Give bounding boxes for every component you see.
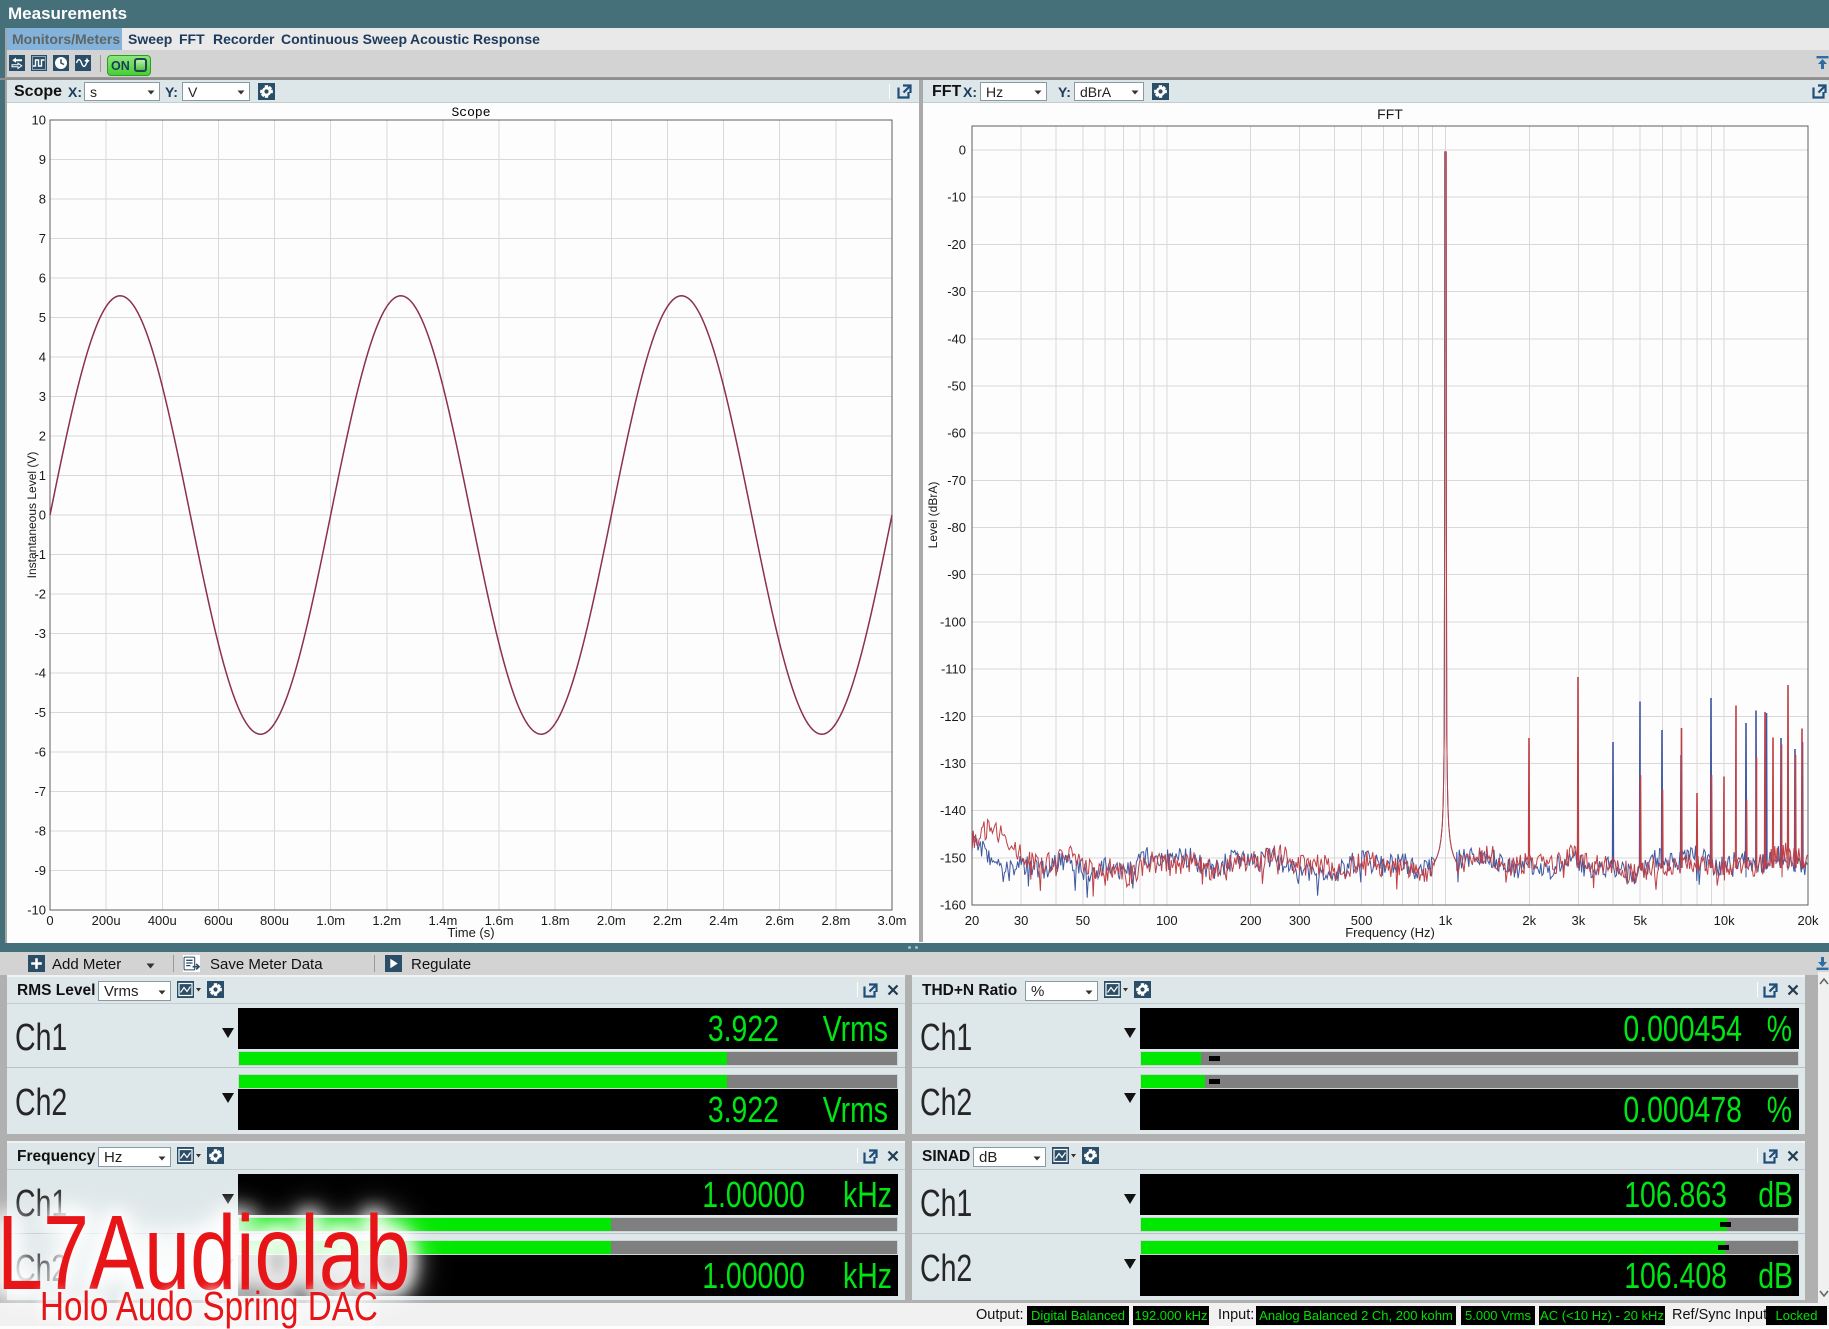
svg-text:-9: -9 [34, 863, 46, 878]
svg-text:-5: -5 [34, 705, 46, 720]
svg-text:50: 50 [1076, 913, 1090, 928]
svg-text:300: 300 [1289, 913, 1311, 928]
svg-text:0: 0 [959, 143, 966, 158]
svg-text:2.6m: 2.6m [765, 913, 794, 928]
svg-text:1.2m: 1.2m [372, 913, 401, 928]
svg-text:200: 200 [1240, 913, 1262, 928]
svg-text:Frequency (Hz): Frequency (Hz) [1345, 925, 1435, 940]
svg-text:Instantaneous Level (V): Instantaneous Level (V) [25, 452, 39, 579]
svg-text:2.0m: 2.0m [597, 913, 626, 928]
svg-text:1k: 1k [1439, 913, 1453, 928]
svg-text:600u: 600u [204, 913, 233, 928]
svg-text:6: 6 [39, 271, 46, 286]
svg-text:-6: -6 [34, 745, 46, 760]
svg-text:-140: -140 [940, 803, 966, 818]
svg-text:1: 1 [39, 468, 46, 483]
svg-text:-3: -3 [34, 626, 46, 641]
svg-text:-90: -90 [947, 567, 966, 582]
svg-text:-4: -4 [34, 666, 46, 681]
svg-text:10k: 10k [1714, 913, 1735, 928]
svg-text:0: 0 [39, 508, 46, 523]
svg-text:-8: -8 [34, 824, 46, 839]
svg-text:-10: -10 [27, 903, 46, 918]
svg-text:2: 2 [39, 429, 46, 444]
svg-text:-120: -120 [940, 709, 966, 724]
svg-text:2k: 2k [1522, 913, 1536, 928]
svg-text:10: 10 [32, 113, 46, 128]
svg-text:-130: -130 [940, 756, 966, 771]
svg-text:FFT: FFT [1377, 106, 1403, 122]
svg-text:-7: -7 [34, 784, 46, 799]
svg-text:7: 7 [39, 231, 46, 246]
svg-text:30: 30 [1014, 913, 1028, 928]
svg-text:1.0m: 1.0m [316, 913, 345, 928]
svg-text:-50: -50 [947, 379, 966, 394]
svg-text:5k: 5k [1633, 913, 1647, 928]
svg-text:3: 3 [39, 389, 46, 404]
svg-text:0: 0 [46, 913, 53, 928]
svg-text:-10: -10 [947, 190, 966, 205]
svg-text:-40: -40 [947, 331, 966, 346]
svg-text:9: 9 [39, 152, 46, 167]
svg-text:-100: -100 [940, 614, 966, 629]
svg-text:20k: 20k [1798, 913, 1819, 928]
svg-text:100: 100 [1156, 913, 1178, 928]
svg-text:2.4m: 2.4m [709, 913, 738, 928]
svg-text:2.8m: 2.8m [821, 913, 850, 928]
svg-text:3k: 3k [1572, 913, 1586, 928]
svg-text:-70: -70 [947, 473, 966, 488]
svg-text:-60: -60 [947, 426, 966, 441]
svg-text:1.8m: 1.8m [541, 913, 570, 928]
svg-text:Time (s): Time (s) [447, 925, 494, 940]
svg-text:-150: -150 [940, 850, 966, 865]
svg-text:20: 20 [965, 913, 979, 928]
svg-text:8: 8 [39, 192, 46, 207]
svg-text:5: 5 [39, 310, 46, 325]
svg-text:3.0m: 3.0m [878, 913, 907, 928]
svg-text:400u: 400u [148, 913, 177, 928]
svg-text:-110: -110 [941, 662, 966, 677]
svg-text:-2: -2 [34, 587, 46, 602]
svg-text:-30: -30 [947, 284, 966, 299]
svg-text:Scope: Scope [451, 105, 490, 120]
svg-text:200u: 200u [92, 913, 121, 928]
svg-text:800u: 800u [260, 913, 289, 928]
svg-text:Level (dBrA): Level (dBrA) [926, 482, 940, 549]
svg-text:-20: -20 [947, 237, 966, 252]
svg-text:-160: -160 [940, 898, 966, 913]
svg-text:-80: -80 [947, 520, 966, 535]
svg-text:2.2m: 2.2m [653, 913, 682, 928]
svg-text:4: 4 [39, 350, 46, 365]
